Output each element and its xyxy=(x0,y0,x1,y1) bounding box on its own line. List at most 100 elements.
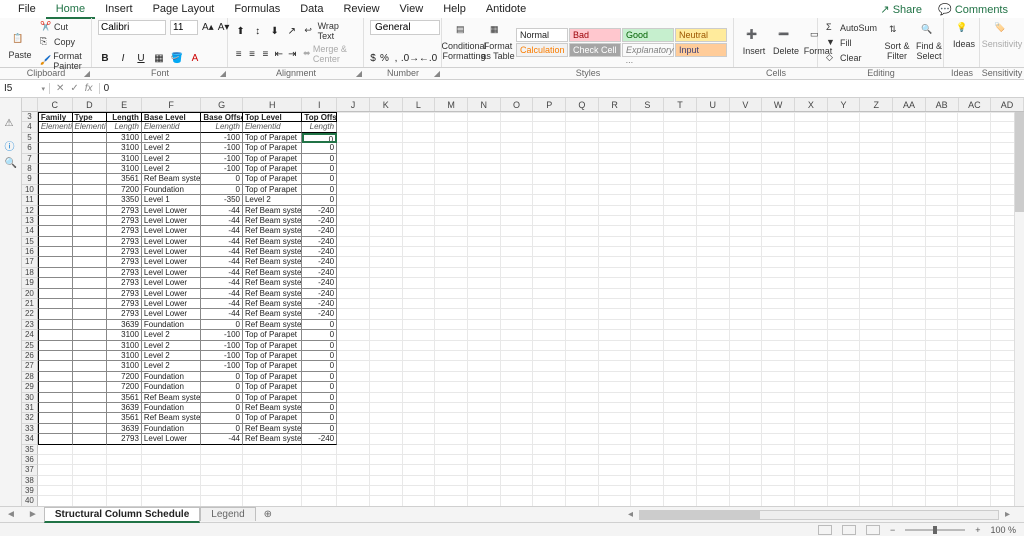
cell[interactable] xyxy=(142,455,201,465)
cell[interactable] xyxy=(762,247,795,257)
row-header-32[interactable]: 32 xyxy=(22,413,38,423)
cell[interactable] xyxy=(762,257,795,267)
cell[interactable] xyxy=(926,424,959,434)
cell[interactable] xyxy=(730,299,763,309)
cell[interactable] xyxy=(370,341,403,351)
cell[interactable] xyxy=(828,164,861,174)
cell[interactable] xyxy=(599,393,632,403)
cell[interactable] xyxy=(730,185,763,195)
cell[interactable] xyxy=(631,403,664,413)
cell[interactable] xyxy=(730,403,763,413)
cell[interactable] xyxy=(468,320,501,330)
cell[interactable] xyxy=(533,476,566,486)
comments-button[interactable]: 💬 Comments xyxy=(930,1,1016,18)
cell[interactable] xyxy=(73,476,108,486)
cell[interactable] xyxy=(893,341,926,351)
cell[interactable] xyxy=(730,486,763,496)
cell[interactable] xyxy=(631,465,664,475)
cell[interactable] xyxy=(795,341,828,351)
cell[interactable] xyxy=(697,206,730,216)
cell[interactable] xyxy=(73,257,108,267)
cell[interactable] xyxy=(370,226,403,236)
cell[interactable] xyxy=(403,496,436,506)
row-header-8[interactable]: 8 xyxy=(22,164,38,174)
cell[interactable] xyxy=(73,143,108,153)
menu-review[interactable]: Review xyxy=(333,1,389,17)
col-header-D[interactable]: D xyxy=(73,98,108,111)
cell[interactable] xyxy=(370,434,403,444)
cell[interactable] xyxy=(468,289,501,299)
cell[interactable]: -100 xyxy=(201,341,243,351)
cell[interactable]: Top of Parapet xyxy=(243,351,302,361)
cell[interactable] xyxy=(435,206,468,216)
cell[interactable] xyxy=(533,455,566,465)
cell[interactable] xyxy=(762,237,795,247)
cell[interactable] xyxy=(599,351,632,361)
cell[interactable] xyxy=(501,247,534,257)
cell[interactable] xyxy=(533,195,566,205)
cell[interactable] xyxy=(631,341,664,351)
col-header-L[interactable]: L xyxy=(403,98,436,111)
cell[interactable]: -100 xyxy=(201,351,243,361)
row-header-30[interactable]: 30 xyxy=(22,393,38,403)
cell[interactable] xyxy=(860,424,893,434)
cell[interactable] xyxy=(533,341,566,351)
cell[interactable]: 0 xyxy=(302,195,337,205)
cell[interactable] xyxy=(38,341,73,351)
row-header-12[interactable]: 12 xyxy=(22,206,38,216)
cell[interactable] xyxy=(566,299,599,309)
cell[interactable] xyxy=(631,476,664,486)
cell[interactable] xyxy=(795,320,828,330)
cell[interactable] xyxy=(337,455,370,465)
cell[interactable] xyxy=(664,143,697,153)
cell[interactable] xyxy=(403,122,436,132)
cell[interactable]: 0 xyxy=(302,143,337,153)
cell[interactable] xyxy=(38,434,73,444)
row-header-35[interactable]: 35 xyxy=(22,445,38,455)
style-bad[interactable]: Bad xyxy=(569,28,621,42)
cell[interactable] xyxy=(664,372,697,382)
col-header-T[interactable]: T xyxy=(664,98,697,111)
cell[interactable] xyxy=(501,424,534,434)
cell[interactable] xyxy=(468,413,501,423)
gutter-warning-icon[interactable]: ⚠ xyxy=(5,118,17,130)
cell[interactable] xyxy=(860,341,893,351)
cell[interactable]: 0 xyxy=(302,372,337,382)
cell[interactable] xyxy=(38,185,73,195)
cell[interactable] xyxy=(795,299,828,309)
cell[interactable] xyxy=(403,434,436,444)
cell[interactable] xyxy=(730,226,763,236)
cell[interactable] xyxy=(697,174,730,184)
cell[interactable]: -240 xyxy=(302,289,337,299)
cell[interactable] xyxy=(762,164,795,174)
cell[interactable] xyxy=(533,434,566,444)
indent-dec-icon[interactable]: ⇤ xyxy=(274,47,283,61)
cell[interactable] xyxy=(631,195,664,205)
menu-file[interactable]: File xyxy=(8,1,46,17)
cell[interactable] xyxy=(697,413,730,423)
cell[interactable] xyxy=(893,133,926,143)
cell[interactable] xyxy=(958,413,991,423)
cell[interactable]: 2793 xyxy=(107,299,142,309)
cell[interactable] xyxy=(664,278,697,288)
cell[interactable] xyxy=(435,226,468,236)
cell[interactable]: Top of Parapet xyxy=(243,382,302,392)
cell[interactable] xyxy=(828,476,861,486)
cell[interactable] xyxy=(566,361,599,371)
cell[interactable] xyxy=(73,299,108,309)
cell[interactable]: Foundation xyxy=(142,320,201,330)
copy-button[interactable]: ⎘Copy xyxy=(38,35,85,49)
col-header-C[interactable]: C xyxy=(38,98,73,111)
cell[interactable] xyxy=(664,465,697,475)
fx-icon[interactable]: fx xyxy=(85,83,93,94)
cell[interactable] xyxy=(435,382,468,392)
cell[interactable] xyxy=(73,237,108,247)
cell[interactable] xyxy=(142,486,201,496)
cell[interactable] xyxy=(501,289,534,299)
cell[interactable] xyxy=(730,465,763,475)
cell[interactable] xyxy=(631,455,664,465)
cell[interactable] xyxy=(533,299,566,309)
cell[interactable] xyxy=(337,341,370,351)
cell[interactable] xyxy=(107,465,142,475)
align-left-icon[interactable]: ≡ xyxy=(234,47,243,61)
